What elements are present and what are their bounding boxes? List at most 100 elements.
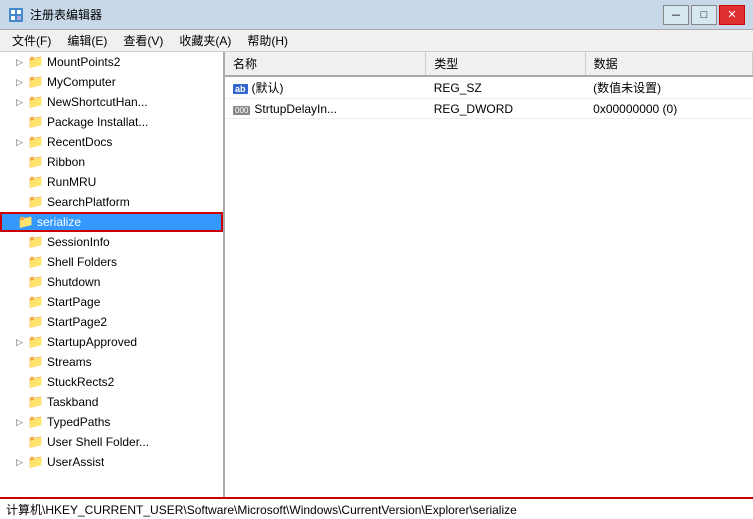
folder-icon: 📁: [28, 395, 44, 409]
menu-favorites[interactable]: 收藏夹(A): [171, 30, 239, 51]
menu-bar: 文件(F) 编辑(E) 查看(V) 收藏夹(A) 帮助(H): [0, 30, 753, 52]
tree-item-recentdocs[interactable]: ▷ 📁 RecentDocs: [0, 132, 223, 152]
registry-table: 名称 类型 数据 ab(默认) REG_SZ (数值未设置) 000Strtup…: [225, 52, 753, 119]
close-button[interactable]: ✕: [719, 5, 745, 25]
folder-icon: 📁: [28, 135, 44, 149]
tree-label: SearchPlatform: [47, 195, 130, 209]
tree-label: Shell Folders: [47, 255, 117, 269]
title-bar: 注册表编辑器 － □ ✕: [0, 0, 753, 30]
tree-item-stuckrects2[interactable]: 📁 StuckRects2: [0, 372, 223, 392]
tree-label: StartPage: [47, 295, 100, 309]
tree-label: UserAssist: [47, 455, 104, 469]
folder-icon: 📁: [28, 175, 44, 189]
tree-item-ribbon[interactable]: 📁 Ribbon: [0, 152, 223, 172]
dword-icon: 000: [233, 106, 250, 115]
tree-label: User Shell Folder...: [47, 435, 149, 449]
tree-label: NewShortcutHan...: [47, 95, 148, 109]
tree-item-mycomputer[interactable]: ▷ 📁 MyComputer: [0, 72, 223, 92]
menu-help[interactable]: 帮助(H): [239, 30, 296, 51]
tree-item-runmru[interactable]: 📁 RunMRU: [0, 172, 223, 192]
tree-item-shellfolders[interactable]: 📁 Shell Folders: [0, 252, 223, 272]
right-panel: 名称 类型 数据 ab(默认) REG_SZ (数值未设置) 000Strtup…: [225, 52, 753, 497]
tree-label: StartupApproved: [47, 335, 137, 349]
tree-label: TypedPaths: [47, 415, 110, 429]
registry-icon: [8, 7, 24, 23]
folder-icon: 📁: [18, 215, 34, 229]
menu-file[interactable]: 文件(F): [4, 30, 59, 51]
tree-label: Ribbon: [47, 155, 85, 169]
status-bar: 计算机\HKEY_CURRENT_USER\Software\Microsoft…: [0, 497, 753, 519]
expand-arrow: ▷: [16, 97, 28, 108]
main-content: ▷ 📁 MountPoints2 ▷ 📁 MyComputer ▷ 📁 NewS…: [0, 52, 753, 497]
table-row[interactable]: 000StrtupDelayIn... REG_DWORD 0x00000000…: [225, 99, 753, 119]
tree-item-startpage[interactable]: 📁 StartPage: [0, 292, 223, 312]
folder-icon: 📁: [28, 275, 44, 289]
tree-item-sessioninfo[interactable]: 📁 SessionInfo: [0, 232, 223, 252]
tree-item-mountpoints2[interactable]: ▷ 📁 MountPoints2: [0, 52, 223, 72]
ab-icon: ab: [233, 84, 248, 94]
tree-label: RunMRU: [47, 175, 96, 189]
expand-arrow: ▷: [16, 337, 28, 348]
registry-type: REG_SZ: [426, 76, 585, 99]
restore-button[interactable]: □: [691, 5, 717, 25]
window-title: 注册表编辑器: [30, 6, 102, 23]
tree-item-packageinstallat[interactable]: 📁 Package Installat...: [0, 112, 223, 132]
tree-label: Package Installat...: [47, 115, 148, 129]
folder-icon: 📁: [28, 415, 44, 429]
folder-icon: 📁: [28, 255, 44, 269]
tree-item-startupapproved[interactable]: ▷ 📁 StartupApproved: [0, 332, 223, 352]
title-bar-left: 注册表编辑器: [8, 6, 102, 23]
folder-icon: 📁: [28, 195, 44, 209]
expand-arrow: ▷: [16, 417, 28, 428]
tree-label: SessionInfo: [47, 235, 110, 249]
tree-item-typedpaths[interactable]: ▷ 📁 TypedPaths: [0, 412, 223, 432]
folder-icon: 📁: [28, 115, 44, 129]
folder-icon: 📁: [28, 155, 44, 169]
folder-icon: 📁: [28, 55, 44, 69]
tree-item-streams[interactable]: 📁 Streams: [0, 352, 223, 372]
tree-item-taskband[interactable]: 📁 Taskband: [0, 392, 223, 412]
folder-icon: 📁: [28, 95, 44, 109]
folder-icon: 📁: [28, 315, 44, 329]
col-header-name: 名称: [225, 52, 426, 76]
tree-panel[interactable]: ▷ 📁 MountPoints2 ▷ 📁 MyComputer ▷ 📁 NewS…: [0, 52, 225, 497]
tree-label: serialize: [37, 215, 81, 229]
expand-arrow: ▷: [16, 457, 28, 468]
tree-item-newshortcuthan[interactable]: ▷ 📁 NewShortcutHan...: [0, 92, 223, 112]
folder-icon: 📁: [28, 375, 44, 389]
tree-item-serialize[interactable]: 📁 serialize: [0, 212, 223, 232]
expand-arrow: ▷: [16, 137, 28, 148]
menu-view[interactable]: 查看(V): [115, 30, 171, 51]
registry-name: 000StrtupDelayIn...: [225, 99, 426, 119]
tree-label: Streams: [47, 355, 92, 369]
expand-arrow: ▷: [16, 77, 28, 88]
tree-label: MountPoints2: [47, 55, 120, 69]
tree-label: MyComputer: [47, 75, 116, 89]
menu-edit[interactable]: 编辑(E): [59, 30, 115, 51]
expand-arrow: ▷: [16, 57, 28, 68]
tree-item-usershellfolder[interactable]: 📁 User Shell Folder...: [0, 432, 223, 452]
tree-label: Taskband: [47, 395, 98, 409]
tree-item-userassist[interactable]: ▷ 📁 UserAssist: [0, 452, 223, 472]
tree-item-searchplatform[interactable]: 📁 SearchPlatform: [0, 192, 223, 212]
folder-icon: 📁: [28, 435, 44, 449]
registry-data: 0x00000000 (0): [585, 99, 752, 119]
folder-icon: 📁: [28, 355, 44, 369]
folder-icon: 📁: [28, 295, 44, 309]
tree-label: StuckRects2: [47, 375, 114, 389]
folder-icon: 📁: [28, 75, 44, 89]
folder-icon: 📁: [28, 455, 44, 469]
tree-item-shutdown[interactable]: 📁 Shutdown: [0, 272, 223, 292]
col-header-type: 类型: [426, 52, 585, 76]
col-header-data: 数据: [585, 52, 752, 76]
tree-label: RecentDocs: [47, 135, 112, 149]
registry-data: (数值未设置): [585, 76, 752, 99]
folder-icon: 📁: [28, 235, 44, 249]
table-row[interactable]: ab(默认) REG_SZ (数值未设置): [225, 76, 753, 99]
folder-icon: 📁: [28, 335, 44, 349]
tree-label: StartPage2: [47, 315, 107, 329]
minimize-button[interactable]: －: [663, 5, 689, 25]
tree-label: Shutdown: [47, 275, 100, 289]
registry-type: REG_DWORD: [426, 99, 585, 119]
tree-item-startpage2[interactable]: 📁 StartPage2: [0, 312, 223, 332]
